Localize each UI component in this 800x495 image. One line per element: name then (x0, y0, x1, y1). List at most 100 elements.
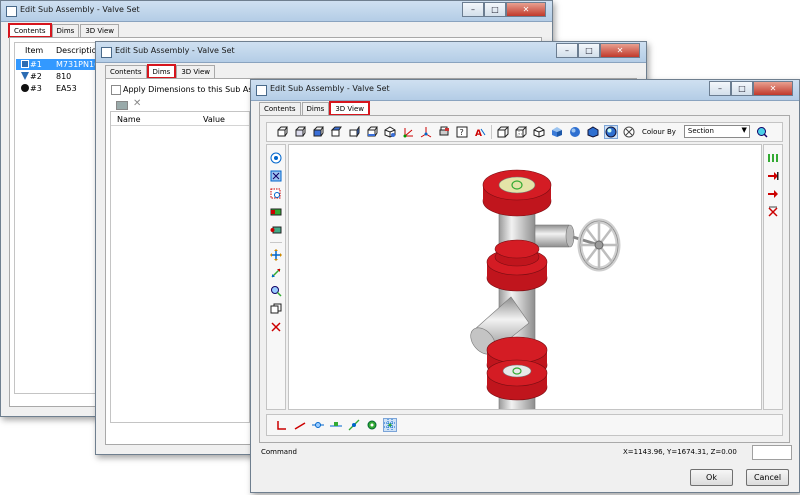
column-header-item[interactable]: Item (25, 46, 43, 55)
view-bottom-icon[interactable] (365, 125, 379, 139)
zoom-window-icon[interactable] (269, 187, 283, 201)
shaded-sphere-icon[interactable] (568, 125, 582, 139)
help-icon[interactable]: ? (455, 125, 469, 139)
item-number: #3 (30, 84, 42, 93)
zoom-extents-icon[interactable] (269, 169, 283, 183)
wireframe-icon[interactable] (496, 125, 510, 139)
zoom-icon[interactable] (755, 125, 769, 139)
view-top-icon[interactable] (347, 125, 361, 139)
list-item[interactable]: #3 EA53 (16, 83, 96, 94)
title-bar: Edit Sub Assembly - Valve Set – □ ✕ (251, 80, 799, 101)
transparent-icon[interactable] (622, 125, 636, 139)
window-3d-view: Edit Sub Assembly - Valve Set – □ ✕ Cont… (250, 79, 800, 493)
rotate-view-icon[interactable] (269, 151, 283, 165)
minimize-button[interactable]: – (709, 81, 731, 96)
hidden-line-icon[interactable] (514, 125, 528, 139)
valve-assembly-model (470, 169, 621, 411)
colour-by-select[interactable]: Section ▼ (683, 125, 750, 138)
render-icon[interactable] (604, 125, 618, 139)
snap-mid-icon[interactable] (347, 418, 361, 432)
tab-contents[interactable]: Contents (105, 65, 147, 78)
item-description: M731PN16 (56, 60, 100, 69)
print-icon[interactable] (437, 125, 451, 139)
item-description: 810 (56, 72, 72, 81)
tab-3d-view[interactable]: 3D View (80, 24, 119, 37)
ucs-icon[interactable] (419, 125, 433, 139)
app-icon (101, 47, 112, 58)
status-field (752, 445, 792, 460)
window-title: Edit Sub Assembly - Valve Set (115, 46, 235, 55)
close-button[interactable]: ✕ (600, 43, 640, 58)
shaded-cube-icon[interactable] (550, 125, 564, 139)
3d-viewport[interactable] (288, 144, 762, 411)
app-icon (256, 85, 267, 96)
svg-text:A: A (475, 129, 482, 138)
close-button[interactable]: ✕ (753, 81, 793, 96)
view-left-icon[interactable] (311, 125, 325, 139)
list-item[interactable]: #2 810 (16, 71, 96, 82)
delete-step-icon[interactable] (766, 205, 780, 219)
view-right-icon[interactable] (329, 125, 343, 139)
item-description: EA53 (56, 84, 77, 93)
list-item[interactable]: #1 M731PN16 (16, 59, 100, 70)
text-style-icon[interactable]: A (473, 125, 487, 139)
chevron-down-icon[interactable]: ▼ (742, 126, 747, 134)
outline-cube-icon[interactable] (532, 125, 546, 139)
left-toolbar (266, 144, 286, 410)
view-panel: ? A Colour By Section ▼ (259, 115, 790, 443)
right-toolbar (763, 144, 783, 410)
cancel-button[interactable]: Cancel (746, 469, 789, 486)
tab-dims[interactable]: Dims (301, 102, 330, 115)
reducer-icon (21, 72, 29, 80)
shaded-edges-icon[interactable] (586, 125, 600, 139)
window-title: Edit Sub Assembly - Valve Set (20, 5, 140, 14)
view-front-icon[interactable] (275, 125, 289, 139)
camera-icon[interactable] (269, 223, 283, 237)
maximize-button[interactable]: □ (484, 2, 506, 17)
view-toolbar: ? A Colour By Section ▼ (266, 122, 783, 142)
colour-by-value: Section (687, 127, 714, 135)
step-next-icon[interactable] (766, 187, 780, 201)
column-header-value[interactable]: Value (203, 115, 225, 124)
maximize-button[interactable]: □ (578, 43, 600, 58)
tab-contents[interactable]: Contents (259, 102, 301, 115)
app-icon (6, 6, 17, 17)
tab-dims[interactable]: Dims (51, 24, 80, 37)
step-forward-icon[interactable] (766, 169, 780, 183)
zoom-in-icon[interactable] (269, 284, 283, 298)
close-button[interactable]: ✕ (506, 2, 546, 17)
snap-node-icon[interactable] (365, 418, 379, 432)
view-iso-icon[interactable] (383, 125, 397, 139)
apply-dims-checkbox[interactable] (111, 85, 121, 95)
tab-dims[interactable]: Dims (146, 64, 177, 79)
dim-step-icon[interactable] (275, 418, 289, 432)
orbit-icon[interactable] (269, 266, 283, 280)
pipe-run-icon[interactable] (766, 151, 780, 165)
item-number: #1 (30, 60, 42, 69)
ok-button[interactable]: Ok (690, 469, 733, 486)
close-view-icon[interactable] (269, 320, 283, 334)
dims-grid: Name Value (110, 111, 250, 423)
delete-icon[interactable]: ✕ (133, 98, 141, 109)
copy-icon[interactable] (269, 302, 283, 316)
title-bar: Edit Sub Assembly - Valve Set – □ ✕ (1, 1, 552, 22)
minimize-button[interactable]: – (462, 2, 484, 17)
maximize-button[interactable]: □ (731, 81, 753, 96)
tab-3d-view[interactable]: 3D View (329, 101, 370, 116)
colour-by-label: Colour By (642, 128, 676, 136)
axes-icon[interactable] (401, 125, 415, 139)
grid-snap-icon[interactable] (383, 418, 397, 432)
tab-3d-view[interactable]: 3D View (176, 65, 215, 78)
dim-linear-icon[interactable] (293, 418, 307, 432)
snap-center-icon[interactable] (311, 418, 325, 432)
view-back-icon[interactable] (293, 125, 307, 139)
contents-list: Item Description #1 M731PN16 #2 810 #3 E… (14, 42, 102, 394)
column-header-name[interactable]: Name (117, 115, 141, 124)
snap-end-icon[interactable] (329, 418, 343, 432)
pan-icon[interactable] (269, 248, 283, 262)
add-dim-icon[interactable] (116, 101, 128, 110)
command-label: Command (261, 448, 297, 456)
minimize-button[interactable]: – (556, 43, 578, 58)
tab-contents[interactable]: Contents (8, 23, 52, 38)
record-icon[interactable] (269, 205, 283, 219)
